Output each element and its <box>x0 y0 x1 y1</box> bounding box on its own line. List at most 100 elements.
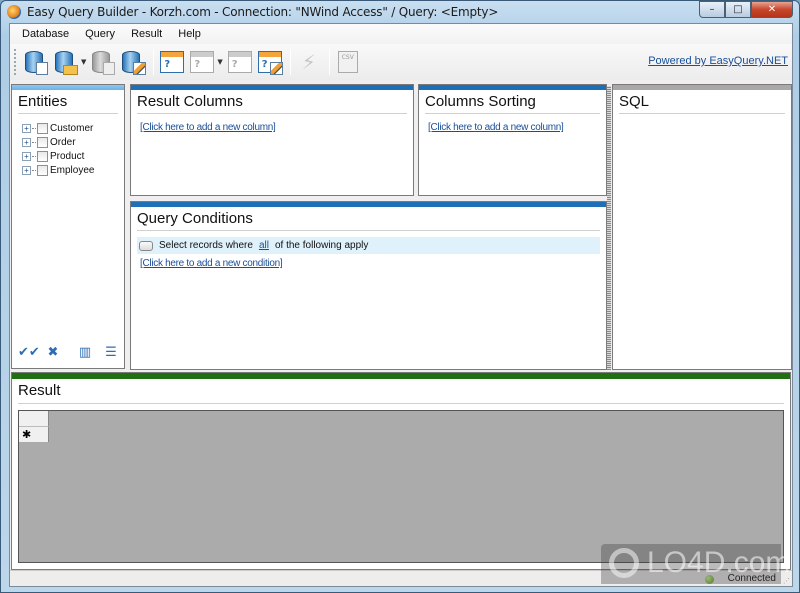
csv-export-icon: CSV <box>337 51 358 73</box>
entity-item[interactable]: + Employee <box>22 163 94 177</box>
window-title: Easy Query Builder - Korzh.com - Connect… <box>27 5 499 19</box>
panel-accent-bar <box>131 85 413 90</box>
pencil-icon <box>269 62 283 75</box>
new-connection-button[interactable] <box>22 48 50 76</box>
tree-line <box>32 169 36 171</box>
toolbar-separator <box>153 49 155 75</box>
result-accent-bar <box>12 373 790 379</box>
menu-query[interactable]: Query <box>77 28 123 40</box>
execute-button[interactable]: ⚡ <box>295 48 323 76</box>
edit-query-button[interactable]: ? <box>256 48 284 76</box>
new-query-button[interactable]: ? <box>158 48 186 76</box>
powered-by-link[interactable]: Powered by EasyQuery.NET <box>648 55 788 67</box>
title-bar[interactable]: Easy Query Builder - Korzh.com - Connect… <box>1 1 799 23</box>
panel-accent-bar <box>12 85 124 90</box>
divider <box>18 403 784 404</box>
entity-label: Product <box>50 150 85 162</box>
columns-sorting-panel: Columns Sorting [Click here to add a new… <box>418 84 607 196</box>
open-query-button[interactable]: ? <box>188 48 216 76</box>
add-column-link[interactable]: [Click here to add a new column] <box>140 122 276 133</box>
toolbar-separator <box>328 49 330 75</box>
edit-connection-button[interactable] <box>119 48 147 76</box>
menu-result[interactable]: Result <box>123 28 170 40</box>
query-conditions-panel: Query Conditions Select records where al… <box>130 201 607 370</box>
document-icon <box>36 62 48 75</box>
entity-checkbox[interactable] <box>37 122 48 134</box>
grid-new-row-marker[interactable]: ✱ <box>19 427 49 442</box>
result-columns-panel: Result Columns [Click here to add a new … <box>130 84 414 196</box>
divider <box>137 113 407 114</box>
check-all-icon[interactable]: ✔✔ <box>18 346 40 360</box>
save-connection-button[interactable] <box>89 48 117 76</box>
query-new-icon: ? <box>160 51 185 73</box>
entity-label: Order <box>50 136 76 148</box>
divider <box>137 230 600 231</box>
maximize-button[interactable]: □ <box>725 1 751 18</box>
list-view-icon[interactable]: ☰ <box>102 346 120 360</box>
open-connection-button[interactable] <box>52 48 80 76</box>
result-panel: Result ✱ <box>11 372 791 570</box>
expand-icon[interactable]: + <box>22 137 31 147</box>
app-window: Easy Query Builder - Korzh.com - Connect… <box>0 0 800 593</box>
uncheck-all-icon[interactable]: ✖ <box>44 346 62 360</box>
client-area: Database Query Result Help ▼ ? ? ▼ ? ? ⚡… <box>9 23 793 587</box>
query-conditions-title: Query Conditions <box>137 210 253 227</box>
watermark-logo-icon <box>609 548 639 578</box>
result-title: Result <box>18 382 61 399</box>
expand-icon[interactable]: + <box>22 165 31 175</box>
select-suffix: of the following apply <box>274 240 369 251</box>
select-prefix: Select records where <box>159 240 253 251</box>
folder-icon <box>63 65 78 75</box>
lightning-icon: ⚡ <box>301 50 316 74</box>
entities-panel: Entities + Customer + Order + Product + … <box>11 84 125 369</box>
panel-accent-bar <box>419 85 606 90</box>
tree-line <box>32 127 36 129</box>
divider <box>425 113 600 114</box>
query-open-icon: ? <box>190 51 215 73</box>
result-grid[interactable]: ✱ <box>18 410 784 563</box>
entity-label: Employee <box>50 164 95 176</box>
columns-view-icon[interactable]: ▥ <box>76 346 94 360</box>
divider <box>18 113 118 114</box>
toolbar: ▼ ? ? ▼ ? ? ⚡ CSV Powered by EasyQuery.N… <box>10 44 792 80</box>
entity-item[interactable]: + Order <box>22 135 94 149</box>
columns-sorting-title: Columns Sorting <box>425 93 536 110</box>
entity-checkbox[interactable] <box>37 164 48 176</box>
entity-tree: + Customer + Order + Product + Employee <box>22 121 94 177</box>
sql-text[interactable] <box>619 119 785 363</box>
add-condition-link[interactable]: [Click here to add a new condition] <box>140 258 283 269</box>
close-button[interactable]: ✕ <box>751 1 793 18</box>
entities-toolbar: ✔✔ ✖ ▥ ☰ <box>18 346 120 360</box>
open-query-dropdown[interactable]: ▼ <box>217 58 222 66</box>
tree-line <box>32 155 36 157</box>
entities-title: Entities <box>18 93 68 110</box>
panel-accent-bar <box>613 85 791 90</box>
entity-checkbox[interactable] <box>37 150 48 162</box>
toolbar-separator <box>289 49 291 75</box>
query-save-icon: ? <box>227 51 252 73</box>
sql-panel: SQL <box>612 84 792 370</box>
tree-line <box>32 141 36 143</box>
save-query-button[interactable]: ? <box>226 48 254 76</box>
entity-checkbox[interactable] <box>37 136 48 148</box>
pencil-icon <box>133 62 147 75</box>
menu-database[interactable]: Database <box>14 28 77 40</box>
menu-bar: Database Query Result Help <box>10 24 792 44</box>
entity-item[interactable]: + Customer <box>22 121 94 135</box>
vertical-splitter[interactable] <box>607 86 611 370</box>
select-mode-link[interactable]: all <box>259 240 269 251</box>
menu-help[interactable]: Help <box>170 28 209 40</box>
app-logo-icon <box>7 5 21 19</box>
entity-item[interactable]: + Product <box>22 149 94 163</box>
minimize-button[interactable]: – <box>699 1 725 18</box>
watermark: LO4D.com <box>601 544 790 584</box>
condition-group-row: Select records where all of the followin… <box>137 237 600 254</box>
export-csv-button[interactable]: CSV <box>334 48 362 76</box>
expand-icon[interactable]: + <box>22 151 31 161</box>
expand-icon[interactable]: + <box>22 123 31 133</box>
add-sort-column-link[interactable]: [Click here to add a new column] <box>428 122 564 133</box>
open-connection-dropdown[interactable]: ▼ <box>81 58 86 66</box>
grid-corner-header[interactable] <box>19 411 49 427</box>
condition-group-button[interactable] <box>139 240 153 251</box>
toolbar-grip[interactable] <box>14 49 18 75</box>
